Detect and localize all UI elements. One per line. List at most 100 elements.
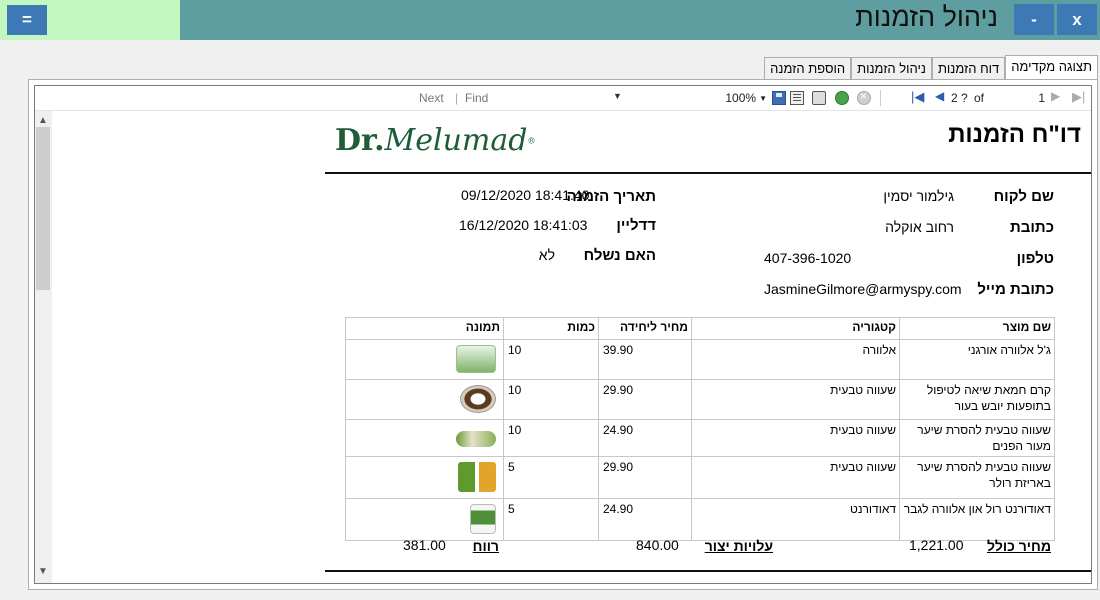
report-page: דו"ח הזמנות Dr.Melumad® שם לקוח גילמור י… bbox=[325, 111, 1091, 583]
tab-strip: הוספת הזמנה ניהול הזמנות דוח הזמנות תצוג… bbox=[764, 55, 1098, 79]
order-items-table: שם מוצר קטגוריה מחיר ליחידה כמות תמונה ג… bbox=[345, 317, 1055, 541]
current-page-input[interactable]: 1 bbox=[995, 89, 1045, 107]
total-price-label: מחיר כולל bbox=[987, 538, 1051, 554]
shea-cream-jar-image bbox=[460, 385, 496, 413]
close-button[interactable]: x bbox=[1057, 4, 1097, 35]
page-layout-icon[interactable] bbox=[790, 91, 804, 105]
header-divider bbox=[325, 172, 1091, 174]
toolbar-separator: | bbox=[455, 91, 459, 105]
zoom-select[interactable]: 100% ▼ bbox=[705, 89, 767, 107]
unit-price-cell: 29.90 bbox=[598, 379, 692, 420]
face-wax-strip-image bbox=[456, 431, 496, 447]
refresh-icon[interactable] bbox=[835, 91, 849, 105]
unit-price-column-header: מחיר ליחידה bbox=[598, 317, 692, 340]
tab-manage-orders[interactable]: ניהול הזמנות bbox=[851, 57, 932, 79]
phone-value: 407-396-1020 bbox=[764, 250, 852, 266]
category-cell: שעווה טבעית bbox=[691, 419, 900, 457]
scroll-down-icon[interactable]: ▼ bbox=[38, 566, 48, 577]
scroll-up-icon[interactable]: ▲ bbox=[38, 115, 48, 126]
page-of-label: of bbox=[974, 91, 985, 105]
total-price-value: 1,221.00 bbox=[909, 537, 964, 553]
first-page-icon[interactable]: |◀ bbox=[911, 89, 924, 105]
address-value: רחוב אוקלה bbox=[885, 219, 954, 235]
shipped-value: לא bbox=[538, 247, 555, 263]
table-row: דאודורנט רול און אלוורה לגבר דאודורנט 24… bbox=[345, 498, 1055, 541]
last-page-icon[interactable]: ▶| bbox=[1072, 89, 1085, 105]
vertical-scrollbar[interactable]: ▲ ▼ bbox=[35, 111, 52, 583]
image-cell bbox=[345, 379, 504, 420]
product-column-header: שם מוצר bbox=[899, 317, 1055, 340]
page-total: 2 ? bbox=[951, 91, 968, 105]
production-cost-label: עלויות יצור bbox=[704, 538, 773, 554]
app-title: ניהול הזמנות bbox=[855, 2, 998, 32]
product-cell: שעווה טבעית להסרת שיער באריזת רולר bbox=[899, 456, 1055, 499]
tab-print-preview[interactable]: תצוגה מקדימה bbox=[1005, 55, 1098, 79]
shipped-label: האם נשלח bbox=[583, 247, 656, 264]
zoom-dropdown-arrow[interactable]: ▼ bbox=[613, 91, 622, 101]
unit-price-cell: 29.90 bbox=[598, 456, 692, 499]
toolbar-divider bbox=[880, 90, 881, 106]
report-title: דו"ח הזמנות bbox=[948, 121, 1081, 148]
product-cell: דאודורנט רול און אלוורה לגבר bbox=[899, 498, 1055, 541]
profit-label: רווח bbox=[472, 538, 499, 554]
tab-panel: Next | Find ▼ 100%▼ |◀ ◀ 2 ? of 1 ▶ ▶| ▲… bbox=[28, 79, 1098, 590]
table-row: ג'ל אלוורה אורגני אלוורה 39.90 10 bbox=[345, 339, 1055, 380]
minimize-button[interactable]: - bbox=[1014, 4, 1054, 35]
title-bar: = ניהול הזמנות - x bbox=[0, 0, 1100, 40]
chevron-down-icon: ▼ bbox=[759, 93, 767, 103]
category-cell: שעווה טבעית bbox=[691, 456, 900, 499]
product-cell: שעווה טבעית להסרת שיער מעור הפנים bbox=[899, 419, 1055, 457]
email-label: כתובת מייל bbox=[977, 281, 1054, 298]
address-label: כתובת bbox=[1010, 219, 1054, 236]
find-link[interactable]: Find bbox=[465, 91, 488, 105]
quantity-cell: 5 bbox=[503, 498, 599, 541]
production-cost-value: 840.00 bbox=[636, 537, 679, 553]
unit-price-cell: 24.90 bbox=[598, 498, 692, 541]
rollon-deodorant-image bbox=[470, 504, 496, 534]
menu-button[interactable]: = bbox=[7, 5, 47, 35]
tab-orders-report[interactable]: דוח הזמנות bbox=[931, 57, 1006, 79]
category-column-header: קטגוריה bbox=[691, 317, 900, 340]
report-toolbar: Next | Find ▼ 100%▼ |◀ ◀ 2 ? of 1 ▶ ▶| bbox=[35, 86, 1091, 111]
unit-price-cell: 39.90 bbox=[598, 339, 692, 380]
product-cell: ג'ל אלוורה אורגני bbox=[899, 339, 1055, 380]
image-cell bbox=[345, 498, 504, 541]
quantity-column-header: כמות bbox=[503, 317, 599, 340]
previous-page-icon[interactable]: ◀ bbox=[935, 89, 944, 103]
customer-name-value: גילמור יסמין bbox=[883, 188, 954, 204]
stop-icon[interactable] bbox=[857, 89, 871, 105]
product-cell: קרם חמאת שיאה לטיפול בתופעות יובש בעור bbox=[899, 379, 1055, 420]
deadline-value: 16/12/2020 18:41:03 bbox=[459, 217, 588, 233]
table-header-row: שם מוצר קטגוריה מחיר ליחידה כמות תמונה bbox=[345, 317, 1055, 340]
next-page-icon[interactable]: ▶ bbox=[1051, 89, 1060, 103]
category-cell: דאודורנט bbox=[691, 498, 900, 541]
image-column-header: תמונה bbox=[345, 317, 504, 340]
find-input[interactable] bbox=[503, 89, 603, 107]
category-cell: שעווה טבעית bbox=[691, 379, 900, 420]
scroll-thumb[interactable] bbox=[36, 127, 50, 290]
table-row: קרם חמאת שיאה לטיפול בתופעות יובש בעור ש… bbox=[345, 379, 1055, 420]
tab-add-order[interactable]: הוספת הזמנה bbox=[764, 57, 852, 79]
find-next-link[interactable]: Next bbox=[419, 91, 444, 105]
report-viewer: Next | Find ▼ 100%▼ |◀ ◀ 2 ? of 1 ▶ ▶| ▲… bbox=[34, 85, 1092, 584]
quantity-cell: 5 bbox=[503, 456, 599, 499]
deadline-label: דדליין bbox=[616, 217, 656, 234]
email-value: JasmineGilmore@armyspy.com bbox=[764, 281, 962, 297]
image-cell bbox=[345, 339, 504, 380]
unit-price-cell: 24.90 bbox=[598, 419, 692, 457]
quantity-cell: 10 bbox=[503, 419, 599, 457]
roller-wax-pack-image bbox=[458, 462, 496, 492]
table-row: שעווה טבעית להסרת שיער באריזת רולר שעווה… bbox=[345, 456, 1055, 499]
phone-label: טלפון bbox=[1016, 250, 1054, 267]
category-cell: אלוורה bbox=[691, 339, 900, 380]
export-icon[interactable] bbox=[772, 91, 786, 105]
zoom-value: 100% bbox=[725, 91, 757, 105]
footer-divider bbox=[325, 570, 1091, 572]
image-cell bbox=[345, 456, 504, 499]
aloe-gel-box-image bbox=[456, 345, 496, 373]
customer-name-label: שם לקוח bbox=[993, 188, 1054, 205]
table-row: שעווה טבעית להסרת שיער מעור הפנים שעווה … bbox=[345, 419, 1055, 457]
order-date-value: 09/12/2020 18:41:40 bbox=[461, 187, 590, 203]
quantity-cell: 10 bbox=[503, 339, 599, 380]
print-icon[interactable] bbox=[812, 91, 826, 105]
